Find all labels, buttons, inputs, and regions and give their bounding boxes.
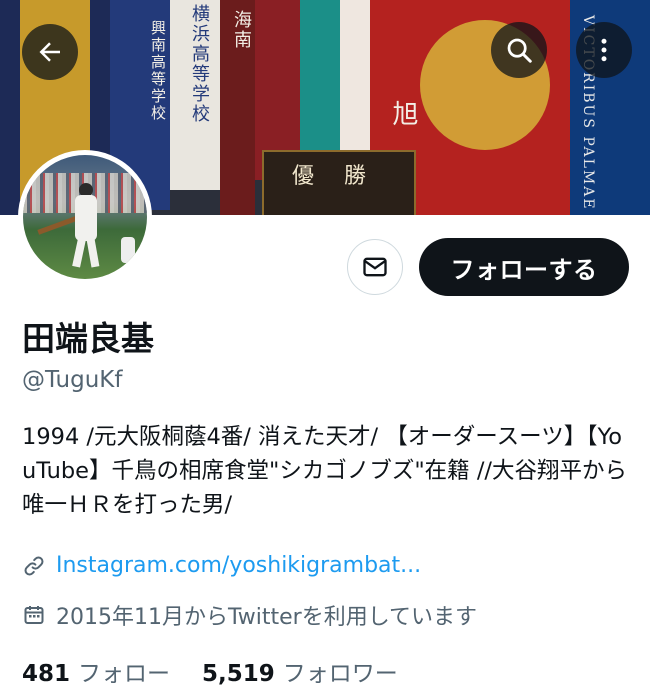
search-icon	[507, 38, 532, 63]
link-icon	[24, 556, 44, 575]
banner-flag	[340, 0, 370, 160]
followers-count: 5,519	[202, 661, 275, 687]
more-vertical-icon	[601, 38, 607, 62]
arrow-left-icon	[39, 42, 60, 62]
message-button[interactable]	[347, 239, 403, 295]
avatar[interactable]	[18, 150, 152, 284]
follow-stats: 481 フォロー 5,519 フォロワー	[22, 654, 398, 688]
more-options-button[interactable]	[576, 22, 632, 78]
following-count: 481	[22, 661, 71, 687]
calendar-icon	[24, 606, 44, 624]
envelope-icon	[363, 257, 387, 277]
banner-flag-text: 海南	[231, 10, 252, 50]
banner-plaque: 優勝	[262, 150, 416, 215]
follow-button[interactable]: フォローする	[419, 238, 629, 296]
website-link[interactable]: Instagram.com/yoshikigrambat...	[56, 553, 421, 578]
following-label: フォロー	[78, 661, 171, 687]
banner-flag	[300, 0, 340, 150]
join-date: 2015年11月からTwitterを利用しています	[22, 599, 477, 631]
user-handle: @TuguKf	[22, 367, 123, 393]
banner-flag-text: 横浜高等学校	[189, 4, 210, 124]
banner-plaque-text: 優勝	[292, 164, 397, 189]
following-stat[interactable]: 481 フォロー	[22, 654, 170, 688]
join-date-text: 2015年11月からTwitterを利用しています	[56, 605, 478, 630]
profile-website[interactable]: Instagram.com/yoshikigrambat...	[22, 553, 421, 578]
followers-label: フォロワー	[282, 661, 398, 687]
followers-stat[interactable]: 5,519 フォロワー	[202, 654, 398, 688]
back-button[interactable]	[22, 24, 78, 80]
search-button[interactable]	[491, 22, 547, 78]
profile-bio: 1994 /元大阪桐蔭4番/ 消えた天才/ 【オーダースーツ】【YouTube】…	[22, 424, 627, 518]
banner-flag-text: 旭	[388, 100, 418, 128]
display-name: 田端良基	[22, 319, 154, 358]
avatar-image	[23, 155, 147, 279]
banner-flag-text: 興南高等学校	[149, 20, 167, 122]
